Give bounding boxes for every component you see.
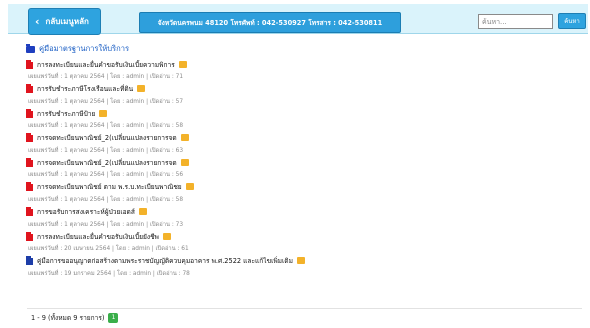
pdf-document-icon: [26, 84, 33, 94]
new-badge-icon: [137, 85, 146, 93]
section-title[interactable]: คู่มือมาตรฐานการให้บริการ: [26, 43, 581, 55]
contact-info-box: จังหวัดนครพนม 48120 โทรศัพท์ : 042-53092…: [139, 12, 401, 33]
section-title-text: คู่มือมาตรฐานการให้บริการ: [39, 44, 130, 53]
list-item-title[interactable]: การลงทะเบียนและยื่นคำขอรับเงินเบี้ยยังชี…: [37, 231, 159, 242]
list-item: การจดทะเบียนพาณิชย์_2(เปลี่ยนแปลงรายการจ…: [26, 153, 581, 178]
pagination-bar: 1 - 9 (ทั้งหมด 9 รายการ) 1: [27, 308, 582, 326]
list-item-title[interactable]: การรับชำระภาษีโรงเรือนและที่ดิน: [37, 83, 133, 94]
pdf-document-icon: [26, 59, 33, 69]
list-item-row[interactable]: คู่มือการขออนุญาตก่อสร้างตามพระราชบัญญัต…: [26, 256, 581, 266]
list-item-title[interactable]: การขอรับการสงเคราะห์ผู้ป่วยเอดส์: [37, 206, 135, 217]
chevron-left-icon: ‹: [35, 15, 40, 28]
folder-icon: [26, 43, 35, 53]
list-item: การรับชำระภาษีป้าย เผยแพร่วันที่ : 1 ตุลา…: [26, 104, 581, 129]
list-item: การจดทะเบียนพาณิชย์ ตาม พ.ร.บ.ทะเบียนพาณ…: [26, 178, 581, 203]
list-item-title[interactable]: การรับชำระภาษีป้าย: [37, 108, 95, 119]
list-item-row[interactable]: การจดทะเบียนพาณิชย์ ตาม พ.ร.บ.ทะเบียนพาณ…: [26, 182, 581, 192]
search-button-label: ค้นหา: [564, 18, 580, 25]
pdf-document-icon: [26, 157, 33, 167]
list-item-title[interactable]: การลงทะเบียนและยื่นคำขอรับเงินเบี้ยความพ…: [37, 59, 175, 70]
new-badge-icon: [296, 257, 305, 265]
list-item-row[interactable]: การรับชำระภาษีโรงเรือนและที่ดิน: [26, 84, 581, 94]
pagination-summary: 1 - 9 (ทั้งหมด 9 รายการ): [31, 314, 105, 322]
list-item-row[interactable]: การจดทะเบียนพาณิชย์_2(เปลี่ยนแปลงรายการจ…: [26, 133, 581, 143]
pdf-document-icon: [26, 133, 33, 143]
new-badge-icon: [99, 109, 108, 117]
pdf-document-icon: [26, 108, 33, 118]
back-to-main-menu-button[interactable]: ‹ กลับเมนูหลัก: [28, 8, 101, 35]
list-item-row[interactable]: การขอรับการสงเคราะห์ผู้ป่วยเอดส์: [26, 207, 581, 217]
new-badge-icon: [162, 232, 171, 240]
list-item: การขอรับการสงเคราะห์ผู้ป่วยเอดส์ เผยแพร่ว…: [26, 203, 581, 228]
list-item-meta: เผยแพร่วันที่ : 19 มกราคม 2564 | โดย : a…: [28, 270, 190, 277]
list-item-title[interactable]: การจดทะเบียนพาณิชย์ ตาม พ.ร.บ.ทะเบียนพาณ…: [37, 181, 182, 192]
pdf-document-icon: [26, 231, 33, 241]
back-to-main-menu-label: กลับเมนูหลัก: [45, 17, 89, 26]
new-badge-icon: [178, 60, 187, 68]
word-document-icon: [26, 256, 33, 266]
list-item: คู่มือการขออนุญาตก่อสร้างตามพระราชบัญญัต…: [26, 252, 581, 277]
list-item-title[interactable]: คู่มือการขออนุญาตก่อสร้างตามพระราชบัญญัต…: [37, 255, 293, 266]
pdf-document-icon: [26, 182, 33, 192]
pdf-document-icon: [26, 207, 33, 217]
document-list: การลงทะเบียนและยื่นคำขอรับเงินเบี้ยความพ…: [26, 55, 581, 277]
search-button[interactable]: ค้นหา: [558, 13, 586, 29]
new-badge-icon: [180, 158, 189, 166]
list-item-row[interactable]: การลงทะเบียนและยื่นคำขอรับเงินเบี้ยยังชี…: [26, 231, 581, 241]
service-standard-manual-section: คู่มือมาตรฐานการให้บริการ การลงทะเบียนแล…: [26, 43, 581, 277]
contact-text: จังหวัดนครพนม 48120 โทรศัพท์ : 042-53092…: [157, 19, 383, 27]
list-item-row[interactable]: การจดทะเบียนพาณิชย์_2(เปลี่ยนแปลงรายการจ…: [26, 157, 581, 167]
list-item: การลงทะเบียนและยื่นคำขอรับเงินเบี้ยความพ…: [26, 55, 581, 80]
list-item-title[interactable]: การจดทะเบียนพาณิชย์_2(เปลี่ยนแปลงรายการจ…: [37, 157, 177, 168]
new-badge-icon: [138, 208, 147, 216]
list-item: การรับชำระภาษีโรงเรือนและที่ดิน เผยแพร่วั…: [26, 80, 581, 105]
new-badge-icon: [185, 183, 194, 191]
list-item: การจดทะเบียนพาณิชย์_2(เปลี่ยนแปลงรายการจ…: [26, 129, 581, 154]
list-item: การลงทะเบียนและยื่นคำขอรับเงินเบี้ยยังชี…: [26, 227, 581, 252]
list-item-row[interactable]: การรับชำระภาษีป้าย: [26, 108, 581, 118]
list-item-row[interactable]: การลงทะเบียนและยื่นคำขอรับเงินเบี้ยความพ…: [26, 59, 581, 69]
new-badge-icon: [180, 134, 189, 142]
list-item-title[interactable]: การจดทะเบียนพาณิชย์_2(เปลี่ยนแปลงรายการจ…: [37, 132, 177, 143]
page-1-button[interactable]: 1: [108, 312, 119, 323]
search-input[interactable]: [478, 14, 553, 29]
